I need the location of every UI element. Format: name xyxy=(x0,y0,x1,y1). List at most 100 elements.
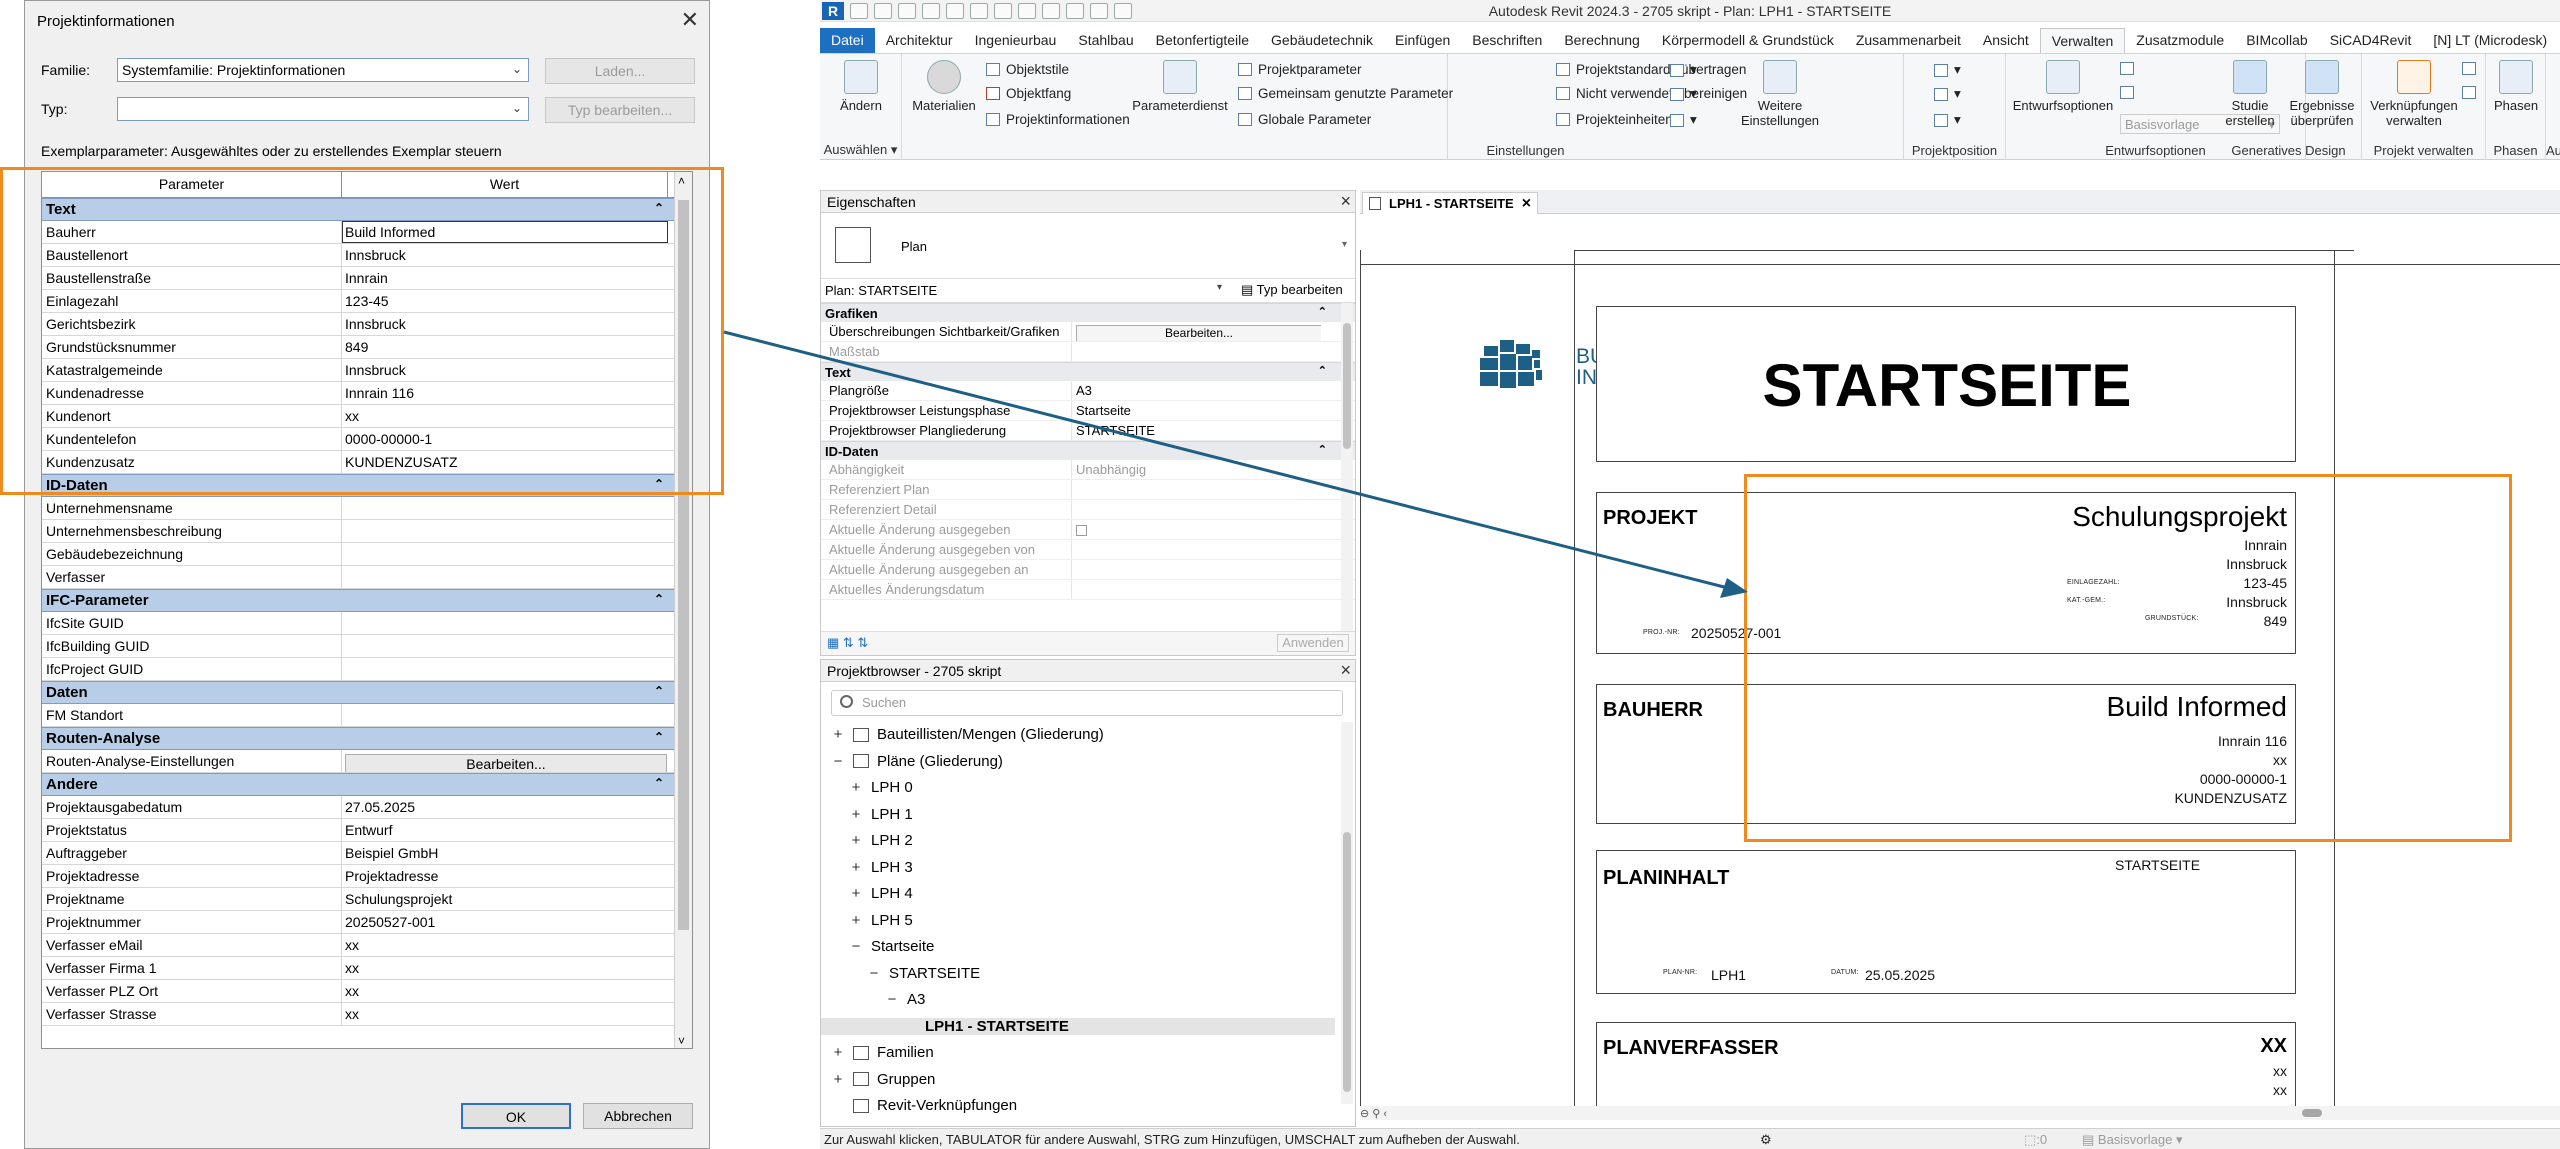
design-options-status[interactable]: ▤ Basisvorlage ▾ xyxy=(2082,1132,2182,1148)
option-add-button[interactable] xyxy=(2120,62,2140,75)
parameter-group[interactable]: ID-Daten ⌃ xyxy=(42,474,692,497)
globale-parameter-button[interactable]: Globale Parameter xyxy=(1238,112,1371,127)
sheet-hscrollbar[interactable]: ⊖ ⚲ ‹ xyxy=(1360,1106,2560,1120)
parameter-value-field[interactable]: 849 xyxy=(342,336,668,358)
scroll-thumb[interactable] xyxy=(1343,832,1351,1092)
table-scrollbar[interactable]: ˄ ˅ xyxy=(674,172,692,1048)
tab-körpermodell-grundstück[interactable]: Körpermodell & Grundstück xyxy=(1651,28,1845,53)
property-row[interactable]: Projektbrowser Plangliederung STARTSEITE xyxy=(821,421,1355,441)
typ-select[interactable]: ⌄ xyxy=(117,97,529,121)
tab-berechnung[interactable]: Berechnung xyxy=(1553,28,1651,53)
property-value[interactable]: Unabhängig xyxy=(1071,460,1321,479)
parameter-value-field[interactable]: xx xyxy=(342,980,668,1002)
expand-toggle-icon[interactable]: + xyxy=(849,859,863,876)
parameter-value-field[interactable] xyxy=(342,704,668,726)
parameter-row[interactable]: Verfasser Firma 1 xx xyxy=(42,957,692,980)
property-row[interactable]: Plangröße A3 xyxy=(821,381,1355,401)
parameter-value-field[interactable] xyxy=(342,612,668,634)
parameter-value-field[interactable]: 27.05.2025 xyxy=(342,796,668,818)
typ-bearbeiten-button[interactable]: Typ bearbeiten... xyxy=(545,97,695,123)
phasen-button[interactable]: Phasen xyxy=(2488,60,2544,113)
expand-toggle-icon[interactable]: − xyxy=(831,753,845,770)
browser-item[interactable]: + LPH 1 xyxy=(849,806,913,823)
parameter-row[interactable]: Verfasser PLZ Ort xx xyxy=(42,980,692,1003)
parameter-row[interactable]: Projektstatus Entwurf xyxy=(42,819,692,842)
browser-item[interactable]: − Pläne (Gliederung) xyxy=(831,753,1003,770)
chevron-up-icon[interactable]: ˄ xyxy=(678,174,685,188)
objektstile-button[interactable]: Objektstile xyxy=(986,62,1069,77)
parameter-value-field[interactable]: Innsbruck xyxy=(342,244,668,266)
tab-gebäudetechnik[interactable]: Gebäudetechnik xyxy=(1260,28,1384,53)
property-row[interactable]: Aktuelles Änderungsdatum xyxy=(821,580,1355,600)
property-row[interactable]: Maßstab xyxy=(821,342,1355,362)
parameter-row[interactable]: Projektausgabedatum 27.05.2025 xyxy=(42,796,692,819)
collapse-icon[interactable]: ⌃ xyxy=(654,684,664,698)
parameter-row[interactable]: Projektadresse Projektadresse xyxy=(42,865,692,888)
expand-toggle-icon[interactable]: + xyxy=(849,885,863,902)
verknuepfungen-button[interactable]: Verknüpfungen verwalten xyxy=(2364,60,2464,128)
parameter-group[interactable]: Text ⌃ xyxy=(42,198,692,221)
parameter-value-field[interactable] xyxy=(342,543,668,565)
property-value[interactable] xyxy=(1071,560,1321,579)
tab-bimcollab[interactable]: BIMcollab xyxy=(2235,28,2318,53)
settings-small-1[interactable]: ▾ xyxy=(1670,62,1697,78)
parameter-row[interactable]: Kundenzusatz KUNDENZUSATZ xyxy=(42,451,692,474)
view-tab-lph1-startseite[interactable]: LPH1 - STARTSEITE × xyxy=(1362,192,1539,214)
property-value[interactable] xyxy=(1071,500,1321,519)
column-header-parameter[interactable]: Parameter xyxy=(42,172,342,197)
sheet-canvas[interactable]: BUILD INFORMED STARTSEITE PROJEKT Schulu… xyxy=(1360,214,2560,1120)
settings-small-3[interactable]: ▾ xyxy=(1670,112,1697,128)
collapse-icon[interactable]: ⌃ xyxy=(1318,364,1327,377)
parameter-value-field[interactable]: xx xyxy=(342,934,668,956)
chevron-down-icon[interactable]: ▾ xyxy=(1217,282,1222,293)
link-small-button[interactable] xyxy=(2462,62,2482,75)
parameter-value-field[interactable] xyxy=(342,635,668,657)
gemeinsam-parameter-button[interactable]: Gemeinsam genutzte Parameter xyxy=(1238,86,1453,101)
type-selector[interactable]: Plan ▾ xyxy=(821,213,1355,279)
parameter-group[interactable]: Daten ⌃ xyxy=(42,681,692,704)
expand-toggle-icon[interactable]: + xyxy=(849,806,863,823)
parameter-row[interactable]: Bauherr Build Informed xyxy=(42,221,692,244)
chevron-down-icon[interactable]: ▾ xyxy=(1342,239,1347,250)
browser-item[interactable]: − Startseite xyxy=(849,938,935,955)
parameter-row[interactable]: FM Standort xyxy=(42,704,692,727)
browser-item[interactable]: + LPH 5 xyxy=(849,912,913,929)
objektfang-button[interactable]: Objektfang xyxy=(986,86,1071,101)
parameter-row[interactable]: Verfasser Strasse xx xyxy=(42,1003,692,1026)
property-value[interactable]: STARTSEITE xyxy=(1071,421,1321,440)
parameter-row[interactable]: Katastralgemeinde Innsbruck xyxy=(42,359,692,382)
expand-toggle-icon[interactable]: + xyxy=(849,779,863,796)
expand-toggle-icon[interactable]: − xyxy=(885,991,899,1008)
expand-toggle-icon[interactable]: − xyxy=(849,938,863,955)
parameter-row[interactable]: Verfasser eMail xx xyxy=(42,934,692,957)
property-value[interactable] xyxy=(1071,480,1321,499)
parameter-value-field[interactable]: 0000-00000-1 xyxy=(342,428,668,450)
parameter-row[interactable]: Gerichtsbezirk Innsbruck xyxy=(42,313,692,336)
browser-item[interactable]: + LPH 3 xyxy=(849,859,913,876)
property-value[interactable]: Startseite xyxy=(1071,401,1321,420)
aendern-button[interactable]: Ändern xyxy=(828,60,894,113)
column-header-wert[interactable]: Wert xyxy=(342,172,668,197)
parameter-value-field[interactable]: Innsbruck xyxy=(342,359,668,381)
properties-scrollbar[interactable] xyxy=(1341,303,1353,633)
tab-ingenieurbau[interactable]: Ingenieurbau xyxy=(964,28,1068,53)
parameter-value-field[interactable]: Projektadresse xyxy=(342,865,668,887)
browser-item[interactable]: LPH1 - STARTSEITE xyxy=(821,1017,1335,1035)
collapse-icon[interactable]: ⌃ xyxy=(654,201,664,215)
tab-zusatzmodule[interactable]: Zusatzmodule xyxy=(2125,28,2235,53)
tab-sicad4revit[interactable]: SiCAD4Revit xyxy=(2319,28,2423,53)
collapse-icon[interactable]: ⌃ xyxy=(654,730,664,744)
ergebnisse-button[interactable]: Ergebnisse überprüfen xyxy=(2286,60,2358,128)
parameter-row[interactable]: IfcSite GUID xyxy=(42,612,692,635)
ok-button[interactable]: OK xyxy=(461,1103,571,1129)
scroll-thumb[interactable] xyxy=(678,200,689,930)
property-row[interactable]: Überschreibungen Sichtbarkeit/Grafiken Be… xyxy=(821,322,1355,342)
close-icon[interactable]: × xyxy=(1340,660,1351,681)
abbrechen-button[interactable]: Abbrechen xyxy=(583,1103,693,1129)
tab-ansicht[interactable]: Ansicht xyxy=(1972,28,2040,53)
tab-datei[interactable]: Datei xyxy=(820,28,875,53)
parameterdienst-button[interactable]: Parameterdienst xyxy=(1126,60,1234,113)
parameter-group[interactable]: Routen-Analyse ⌃ xyxy=(42,727,692,750)
property-group[interactable]: ID-Daten ⌃ xyxy=(821,441,1355,460)
parameter-value-field[interactable] xyxy=(342,497,668,519)
